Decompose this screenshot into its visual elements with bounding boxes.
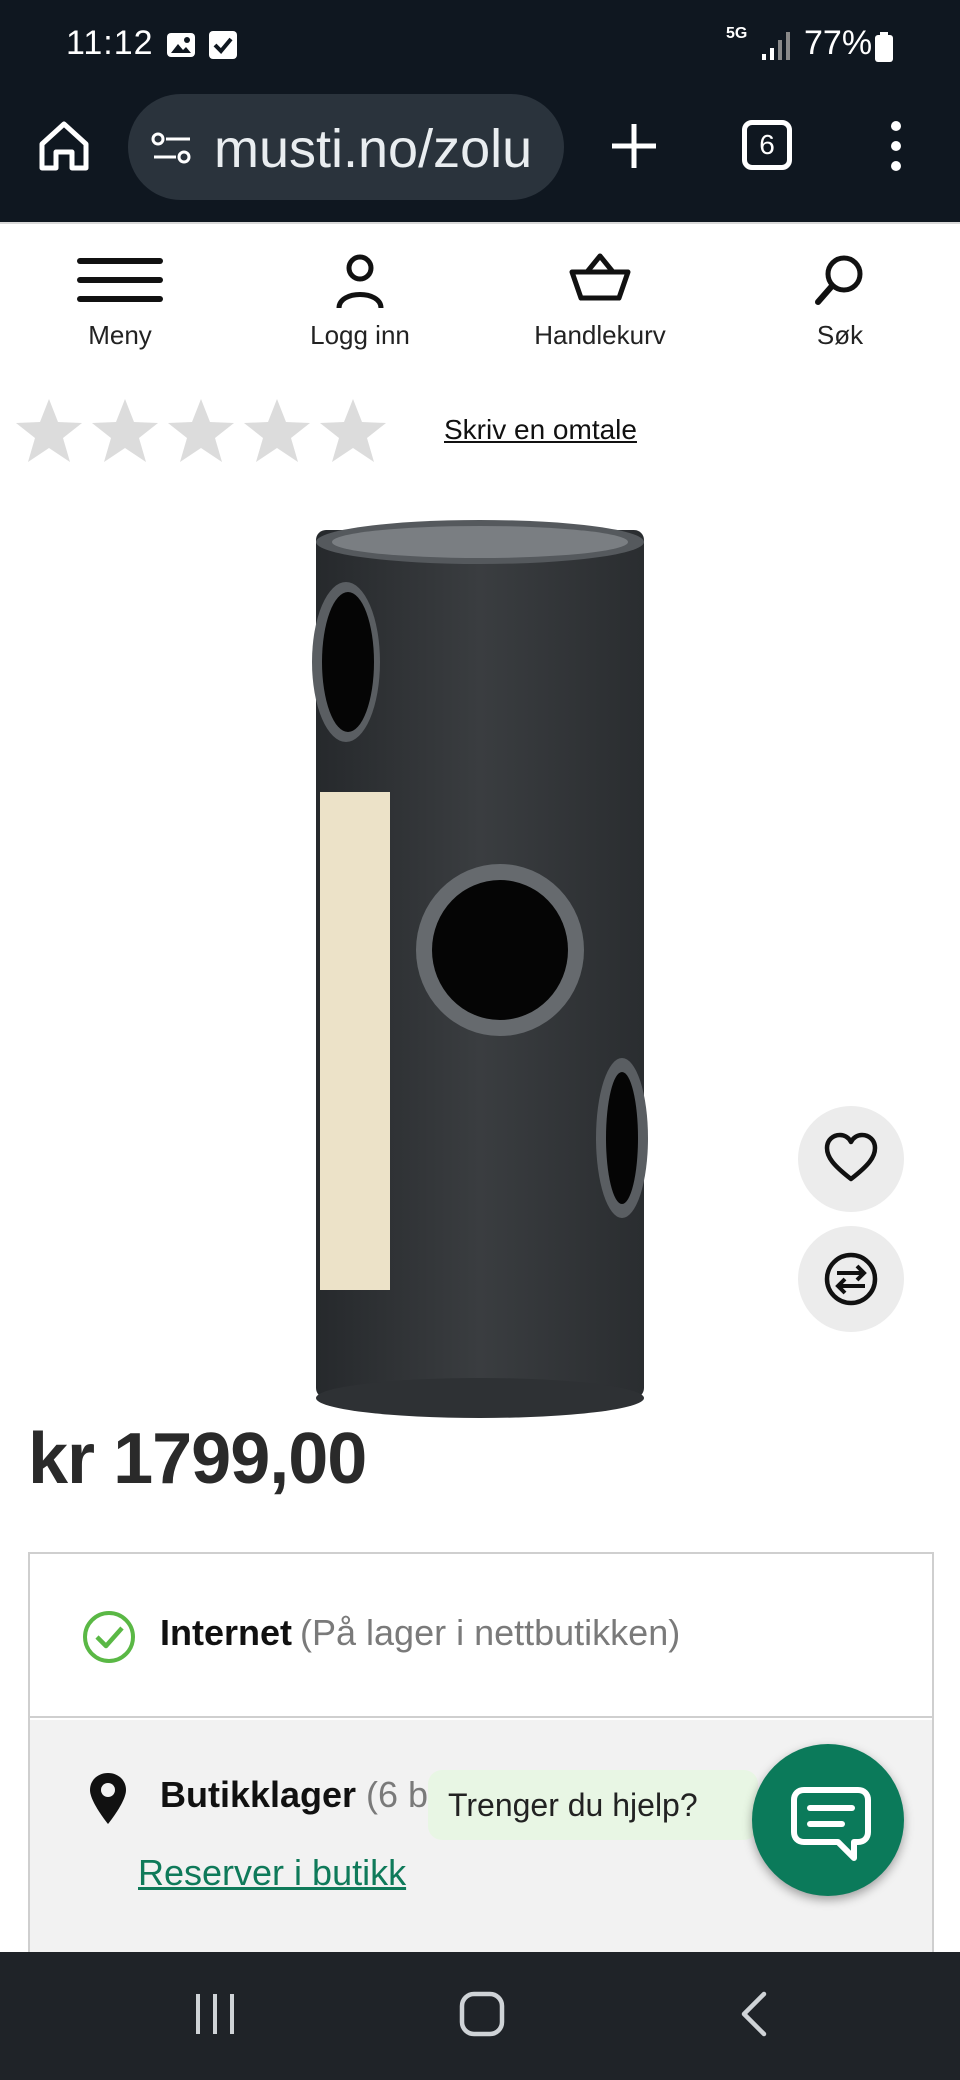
- home-nav-icon[interactable]: [458, 1988, 506, 2040]
- check-circle-icon: [83, 1611, 135, 1663]
- nav-menu[interactable]: Meny: [20, 224, 220, 364]
- store-count: (6 b: [366, 1774, 429, 1815]
- home-icon[interactable]: [36, 118, 92, 174]
- favorite-button[interactable]: [798, 1106, 904, 1212]
- hamburger-icon: [77, 258, 163, 302]
- chat-button[interactable]: [752, 1744, 904, 1896]
- status-bar: 11:12 5G 77%: [0, 0, 960, 90]
- checkbox-notification-icon: [209, 31, 237, 59]
- nav-cart[interactable]: Handlekurv: [500, 224, 700, 364]
- system-navigation-bar: [0, 1952, 960, 2080]
- reserve-in-store-link[interactable]: Reserver i butikk: [138, 1852, 406, 1894]
- more-vert-icon[interactable]: [880, 118, 912, 174]
- chat-icon: [791, 1787, 871, 1861]
- site-header-nav: Meny Logg inn Handlekurv Søk: [0, 222, 960, 362]
- image-notification-icon: [167, 33, 195, 57]
- star-icon[interactable]: [14, 396, 84, 466]
- heart-icon: [824, 1132, 878, 1182]
- star-icon[interactable]: [318, 396, 388, 466]
- site-settings-icon[interactable]: [150, 130, 194, 166]
- compare-button[interactable]: [798, 1226, 904, 1332]
- search-icon: [815, 255, 863, 305]
- nav-label: Søk: [816, 320, 864, 350]
- online-stock-status: (På lager i nettbutikken): [300, 1612, 681, 1653]
- star-icon[interactable]: [90, 396, 160, 466]
- chat-prompt[interactable]: Trenger du hjelp?: [428, 1770, 758, 1840]
- online-label: Internet: [160, 1612, 293, 1653]
- browser-toolbar: musti.no/zolu 6: [0, 90, 960, 222]
- status-time: 11:12: [66, 24, 154, 62]
- back-icon[interactable]: [736, 1988, 772, 2040]
- product-image[interactable]: [300, 510, 660, 1430]
- store-stock-label: Butikklager: [160, 1774, 357, 1815]
- battery-icon: [875, 32, 893, 62]
- nav-login[interactable]: Logg inn: [260, 224, 460, 364]
- location-pin-icon: [90, 1773, 126, 1824]
- tab-switcher-button[interactable]: 6: [742, 120, 792, 170]
- signal-icon: [762, 32, 790, 60]
- product-price: kr 1799,00: [28, 1419, 367, 1499]
- battery-percent: 77%: [804, 24, 873, 62]
- recent-apps-icon[interactable]: [190, 1988, 240, 2040]
- nav-label: Meny: [88, 320, 152, 350]
- plus-icon[interactable]: [608, 120, 660, 172]
- nav-label: Logg inn: [310, 320, 410, 350]
- user-icon: [336, 254, 384, 309]
- nav-label: Handlekurv: [534, 320, 666, 350]
- star-icon[interactable]: [242, 396, 312, 466]
- compare-arrows-icon: [824, 1252, 878, 1306]
- online-availability: Internet (På lager i nettbutikken): [30, 1554, 932, 1718]
- nav-search[interactable]: Søk: [740, 224, 940, 364]
- star-icon[interactable]: [166, 396, 236, 466]
- address-bar[interactable]: musti.no/zolu: [128, 94, 564, 200]
- network-type: 5G: [726, 25, 748, 42]
- url-text: musti.no/zolu: [214, 119, 533, 179]
- basket-icon: [569, 253, 631, 301]
- write-review-link[interactable]: Skriv en omtale: [444, 414, 637, 446]
